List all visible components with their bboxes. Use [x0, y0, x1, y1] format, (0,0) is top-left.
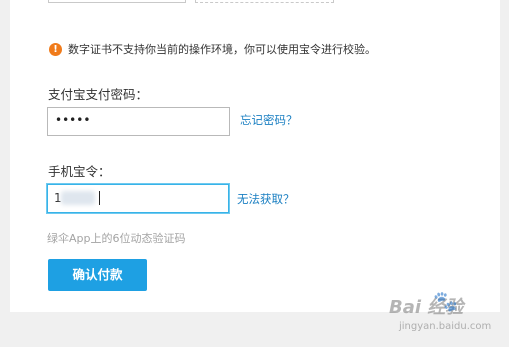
token-input[interactable]: 1	[47, 184, 229, 213]
watermark-url: jingyan.baidu.com	[399, 321, 492, 332]
token-hint: 绿伞App上的6位动态验证码	[47, 232, 186, 245]
password-masked-value: •••••	[55, 113, 91, 127]
password-label: 支付宝支付密码：	[48, 87, 149, 102]
cannot-get-token-link[interactable]: 无法获取？	[237, 191, 295, 207]
forgot-password-link[interactable]: 忘记密码？	[240, 112, 298, 128]
token-label: 手机宝令：	[48, 164, 111, 179]
previous-input-field[interactable]	[48, 0, 186, 3]
exclamation-icon: !	[49, 42, 62, 56]
paw-icon: 🐾	[433, 289, 458, 313]
panel-edge	[500, 0, 509, 312]
token-redacted-digits	[61, 191, 95, 205]
warning-text: 数字证书不支持你当前的操作环境，你可以使用宝令进行校验。	[68, 43, 376, 56]
watermark: Bai 经验 🐾 jingyan.baidu.com	[389, 289, 503, 341]
text-caret	[99, 191, 100, 205]
previous-dashed-box	[195, 0, 334, 3]
warning-message: ! 数字证书不支持你当前的操作环境，你可以使用宝令进行校验。	[49, 41, 376, 57]
password-input[interactable]: •••••	[47, 107, 230, 136]
confirm-payment-button[interactable]: 确认付款	[48, 259, 147, 291]
